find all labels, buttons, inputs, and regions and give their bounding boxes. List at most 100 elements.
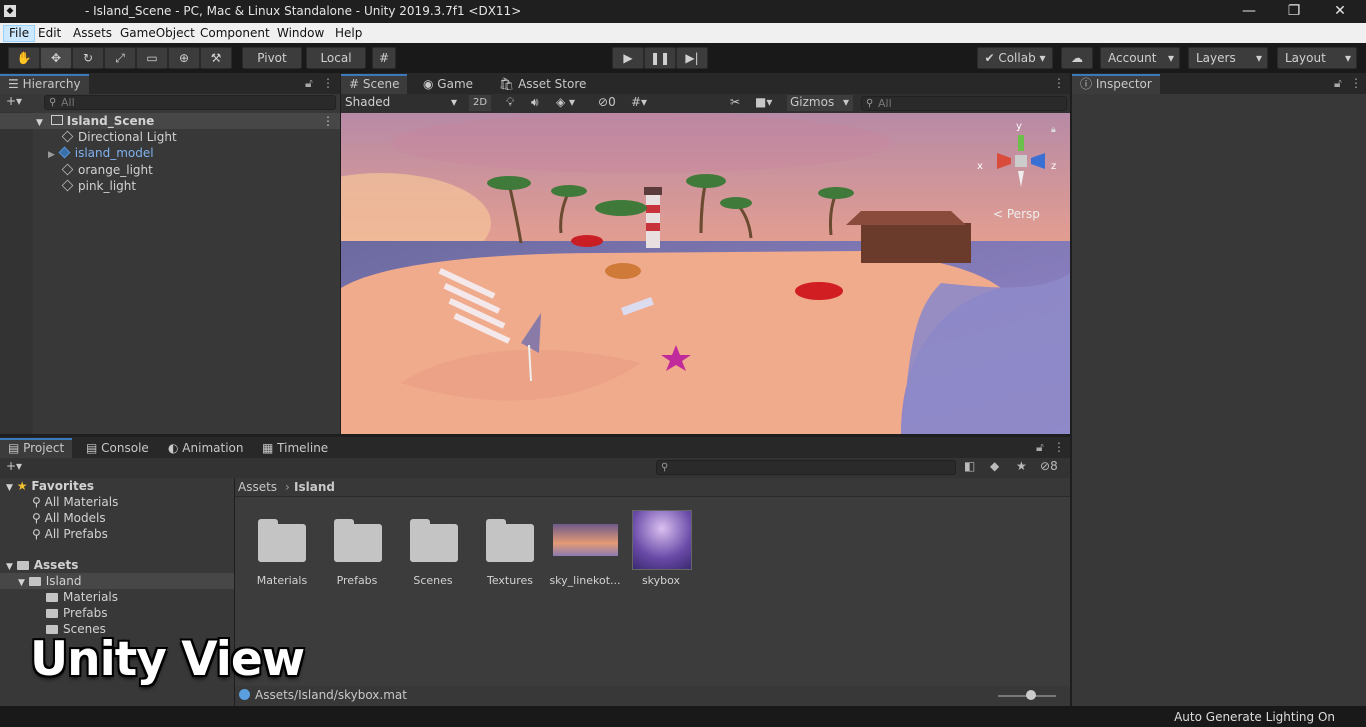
audio-icon[interactable]: 🔊︎ <box>531 95 539 110</box>
breadcrumb-island[interactable]: Island <box>294 480 335 494</box>
list-item[interactable]: ⚲ All Models <box>0 510 106 526</box>
lock-icon[interactable]: 🔓︎ <box>305 76 313 91</box>
lock-icon[interactable]: 🔒︎ <box>1051 125 1056 135</box>
restore-icon[interactable]: ❐ <box>1284 2 1304 20</box>
step-button[interactable]: ▶| <box>676 47 708 69</box>
filter-label-icon[interactable]: ◆ <box>990 459 999 473</box>
create-icon[interactable]: +▾ <box>6 94 22 108</box>
tab-console[interactable]: ▤ Console <box>78 438 157 458</box>
folder-icon[interactable] <box>258 519 306 562</box>
menu-window[interactable]: Window <box>272 25 329 42</box>
tab-hierarchy[interactable]: ☰ Hierarchy <box>0 74 89 94</box>
menu-bar: File Edit Assets GameObject Component Wi… <box>0 23 1366 43</box>
local-toggle[interactable]: Local <box>306 47 366 69</box>
folder-icon[interactable] <box>486 519 534 562</box>
account-dropdown[interactable]: Account ▾ <box>1100 47 1180 69</box>
list-item[interactable]: orange_light <box>0 162 153 178</box>
list-item[interactable]: ⚲ All Materials <box>0 494 118 510</box>
tab-project[interactable]: ▤ Project <box>0 438 73 458</box>
folder-icon[interactable] <box>334 519 382 562</box>
project-search-input[interactable]: ⚲ <box>656 460 956 475</box>
hierarchy-search-input[interactable]: ⚲ All <box>44 95 336 110</box>
scene-menu-icon[interactable]: ⋮ <box>322 113 334 129</box>
filter-type-icon[interactable]: ◧ <box>964 459 975 473</box>
lighting-icon[interactable]: 💡︎ <box>506 95 514 110</box>
kebab-menu-icon[interactable]: ⋮ <box>1053 76 1065 90</box>
sky-texture-thumbnail[interactable] <box>553 524 618 556</box>
menu-file[interactable]: File <box>3 25 36 42</box>
scene-viewport[interactable]: y x z 🔒︎ < Persp <box>341 113 1070 434</box>
create-icon[interactable]: +▾ <box>6 459 22 473</box>
camera-icon[interactable]: ■▾ <box>755 95 772 109</box>
skybox-material-thumbnail[interactable] <box>632 510 692 570</box>
hand-tool-icon[interactable]: ✋ <box>8 47 40 69</box>
layout-dropdown[interactable]: Layout ▾ <box>1277 47 1357 69</box>
effects-icon[interactable]: ◈ ▾ <box>556 95 575 109</box>
pause-button[interactable]: ❚❚ <box>644 47 676 69</box>
hidden-packages-icon[interactable]: ⊘8 <box>1040 459 1058 473</box>
lock-icon[interactable]: 🔓︎ <box>1036 440 1044 455</box>
item-label: Prefabs <box>63 606 108 620</box>
favorite-star-icon[interactable]: ★ <box>1016 459 1027 473</box>
move-tool-icon[interactable]: ✥ <box>40 47 72 69</box>
list-item[interactable]: pink_light <box>0 178 136 194</box>
list-item[interactable]: Materials <box>0 589 118 605</box>
layers-label: Layers <box>1196 51 1236 65</box>
snap-icon[interactable]: # <box>372 47 396 69</box>
menu-component[interactable]: Component <box>195 25 275 42</box>
island-row[interactable]: ▼ Island <box>0 573 234 589</box>
gizmos-dropdown[interactable]: Gizmos ▾ <box>787 95 853 111</box>
list-item[interactable]: ⚲ All Prefabs <box>0 526 108 542</box>
tab-inspector[interactable]: ⓘ Inspector <box>1072 74 1160 94</box>
tab-timeline-label: Timeline <box>277 441 329 455</box>
item-label: island_model <box>74 146 154 160</box>
assets-row[interactable]: ▼ Assets <box>0 557 78 573</box>
tab-timeline[interactable]: ▦ Timeline <box>254 438 337 458</box>
rect-tool-icon[interactable]: ▭ <box>136 47 168 69</box>
toggle-2d[interactable]: 2D <box>469 95 491 111</box>
pivot-toggle[interactable]: Pivot <box>242 47 302 69</box>
shading-label: Shaded <box>345 95 391 109</box>
breadcrumb-assets[interactable]: Assets <box>238 480 277 494</box>
slider-handle[interactable] <box>1026 690 1036 700</box>
tab-game[interactable]: ◉ Game <box>415 74 482 94</box>
menu-help[interactable]: Help <box>330 25 367 42</box>
folder-icon[interactable] <box>410 519 458 562</box>
hierarchy-tabbar: ☰ Hierarchy 🔓︎ ⋮ <box>0 73 340 94</box>
main-toolbar: ✋ ✥ ↻ ⤢ ▭ ⊕ ⚒ Pivot Local # ▶ ❚❚ ▶| ✔ Co… <box>0 43 1366 73</box>
favorites-row[interactable]: ▼ ★ Favorites <box>0 478 94 494</box>
menu-assets[interactable]: Assets <box>68 25 117 42</box>
list-item[interactable]: ▶ island_model <box>0 145 154 161</box>
kebab-menu-icon[interactable]: ⋮ <box>1053 440 1065 454</box>
shading-dropdown[interactable]: Shaded ▾ <box>345 95 461 111</box>
scene-row[interactable]: ▼ Island_Scene ⋮ <box>0 113 340 129</box>
scene-search-input[interactable]: ⚲ All <box>861 96 1067 111</box>
tools-icon[interactable]: ✂ <box>730 95 740 109</box>
tab-game-label: Game <box>437 77 474 91</box>
play-button[interactable]: ▶ <box>612 47 644 69</box>
close-icon[interactable]: ✕ <box>1330 2 1350 20</box>
persp-label[interactable]: < Persp <box>993 207 1040 221</box>
collab-button[interactable]: ✔ Collab ▾ <box>977 47 1053 69</box>
cloud-icon[interactable]: ☁ <box>1061 47 1093 69</box>
lock-icon[interactable]: 🔓︎ <box>1334 76 1342 91</box>
list-item[interactable]: Directional Light <box>0 129 177 145</box>
minimize-icon[interactable]: — <box>1239 2 1259 20</box>
axis-gizmo[interactable]: y x z 🔒︎ <box>977 121 1061 201</box>
tab-asset-store[interactable]: 🛍︎ Asset Store <box>491 74 595 94</box>
tab-scene[interactable]: # Scene <box>341 74 408 94</box>
menu-edit[interactable]: Edit <box>33 25 66 42</box>
layout-label: Layout <box>1285 51 1326 65</box>
grid-icon[interactable]: #▾ <box>631 95 647 109</box>
layers-dropdown[interactable]: Layers ▾ <box>1188 47 1268 69</box>
rotate-tool-icon[interactable]: ↻ <box>72 47 104 69</box>
menu-gameobject[interactable]: GameObject <box>115 25 200 42</box>
list-item[interactable]: Prefabs <box>0 605 108 621</box>
kebab-menu-icon[interactable]: ⋮ <box>1350 76 1362 90</box>
tab-animation[interactable]: ◐ Animation <box>160 438 252 458</box>
transform-tool-icon[interactable]: ⊕ <box>168 47 200 69</box>
custom-tool-icon[interactable]: ⚒ <box>200 47 232 69</box>
kebab-menu-icon[interactable]: ⋮ <box>322 76 334 90</box>
scale-tool-icon[interactable]: ⤢ <box>104 47 136 69</box>
hidden-objects-icon[interactable]: ⊘0 <box>598 95 616 109</box>
